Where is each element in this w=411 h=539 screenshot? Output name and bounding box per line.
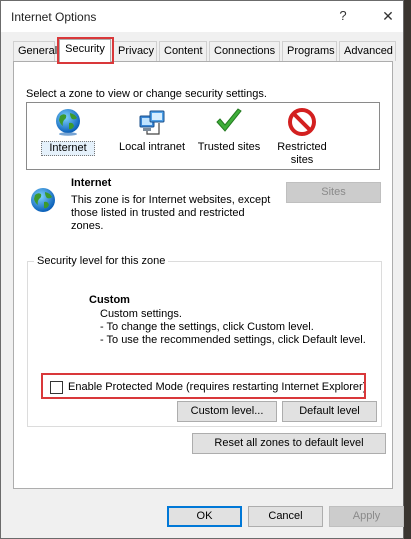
- zone-restricted-sites[interactable]: Restricted sites: [271, 107, 333, 167]
- zone-label: Internet: [41, 141, 95, 156]
- tab-advanced[interactable]: Advanced: [339, 41, 396, 61]
- protected-mode-row[interactable]: Enable Protected Mode (requires restarti…: [50, 376, 380, 400]
- checkmark-icon: [216, 108, 242, 132]
- cancel-button[interactable]: Cancel: [248, 506, 323, 527]
- window-title: Internet Options: [11, 10, 97, 24]
- security-level-line: Custom settings.: [100, 308, 182, 320]
- tab-privacy[interactable]: Privacy: [113, 41, 157, 61]
- restricted-icon: [288, 108, 316, 136]
- tab-connections[interactable]: Connections: [209, 41, 280, 61]
- tab-programs[interactable]: Programs: [282, 41, 337, 61]
- zone-internet[interactable]: Internet: [41, 107, 95, 156]
- zone-label: Local intranet: [118, 141, 186, 153]
- protected-mode-checkbox[interactable]: [50, 381, 63, 394]
- security-level-description: Custom settings. - To change the setting…: [100, 308, 366, 347]
- close-button[interactable]: ✕: [375, 5, 401, 27]
- selected-zone-title: Internet: [71, 177, 112, 189]
- title-bar: Internet Options ? ✕: [1, 1, 403, 32]
- security-panel: Select a zone to view or change security…: [13, 61, 393, 489]
- protected-mode-label[interactable]: Enable Protected Mode (requires restarti…: [68, 381, 366, 393]
- zone-trusted-sites[interactable]: Trusted sites: [195, 107, 263, 154]
- default-level-button[interactable]: Default level: [282, 401, 377, 422]
- custom-level-button[interactable]: Custom level...: [177, 401, 277, 422]
- zone-label: Restricted sites: [277, 141, 327, 166]
- security-level-group-label: Security level for this zone: [34, 255, 169, 267]
- internet-options-dialog: Internet Options ? ✕ General Security Pr…: [0, 0, 404, 539]
- selected-zone-description: This zone is for Internet websites, exce…: [71, 194, 271, 232]
- tab-general[interactable]: General: [13, 41, 57, 61]
- zone-list: Internet Local intranet Trusted sites Re…: [26, 102, 380, 170]
- sites-button[interactable]: Sites: [286, 182, 381, 203]
- tab-security[interactable]: Security: [59, 39, 111, 62]
- security-level-line: - To change the settings, click Custom l…: [100, 321, 314, 333]
- network-computer-icon: [139, 110, 165, 135]
- globe-icon: [56, 109, 80, 136]
- security-level-line: - To use the recommended settings, click…: [100, 334, 366, 346]
- ok-button[interactable]: OK: [167, 506, 242, 527]
- zone-prompt: Select a zone to view or change security…: [26, 88, 267, 100]
- reset-all-zones-button[interactable]: Reset all zones to default level: [192, 433, 386, 454]
- zone-label: Trusted sites: [197, 141, 261, 153]
- tab-content[interactable]: Content: [159, 41, 207, 61]
- security-level-name: Custom: [89, 294, 130, 306]
- zone-local-intranet[interactable]: Local intranet: [115, 107, 189, 154]
- globe-icon: [31, 188, 55, 212]
- apply-button[interactable]: Apply: [329, 506, 404, 527]
- help-button[interactable]: ?: [330, 5, 356, 27]
